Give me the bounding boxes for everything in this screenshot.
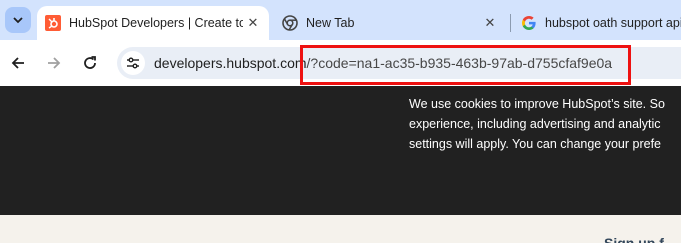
reload-icon <box>84 56 96 69</box>
tab-strip: HubSpot Developers | Create to ✕ New Tab… <box>0 0 681 40</box>
url-host: developers.hubspot.com <box>154 55 307 71</box>
chevron-down-icon <box>13 17 23 24</box>
tab-separator <box>510 14 511 32</box>
cookie-banner-text: We use cookies to improve HubSpot’s site… <box>409 94 681 154</box>
tune-icon <box>127 57 139 69</box>
cookie-banner-line: We use cookies to improve HubSpot’s site… <box>409 97 665 111</box>
back-button[interactable] <box>4 49 32 77</box>
forward-button[interactable] <box>40 49 68 77</box>
cookie-banner-line: settings will apply. You can change your… <box>409 137 662 151</box>
tab-google-search[interactable]: hubspot oath support api <box>513 6 681 40</box>
cookie-banner: We use cookies to improve HubSpot’s site… <box>0 86 681 215</box>
hubspot-icon <box>45 15 61 31</box>
arrow-left-icon <box>11 57 24 69</box>
tab-new-tab[interactable]: New Tab ✕ <box>274 6 506 40</box>
tab-title: HubSpot Developers | Create to <box>69 16 243 30</box>
site-info-button[interactable] <box>121 51 145 75</box>
tab-search-button[interactable] <box>5 7 31 33</box>
reload-button[interactable] <box>76 49 104 77</box>
arrow-right-icon <box>48 57 61 69</box>
close-icon[interactable]: ✕ <box>243 13 263 33</box>
tab-title: hubspot oath support api <box>545 16 681 30</box>
chrome-icon <box>282 15 298 31</box>
close-icon[interactable]: ✕ <box>480 13 500 33</box>
tab-title: New Tab <box>306 16 355 30</box>
tab-hubspot-developers[interactable]: HubSpot Developers | Create to ✕ <box>37 6 269 40</box>
cookie-banner-line: experience, including advertising and an… <box>409 117 661 131</box>
signup-heading: Sign up f <box>604 235 664 243</box>
google-icon <box>521 15 537 31</box>
highlight-box <box>300 45 631 85</box>
